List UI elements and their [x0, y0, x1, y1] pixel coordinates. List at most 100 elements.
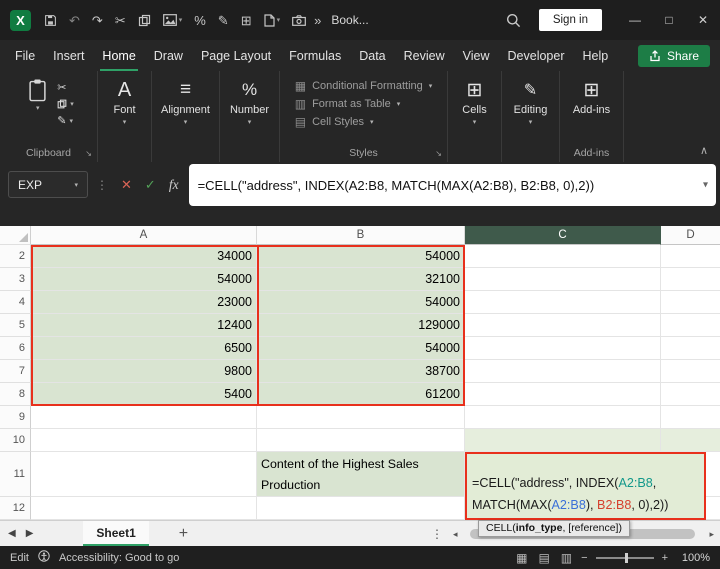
row-header-9[interactable]: 9 — [0, 406, 31, 429]
cell-A7[interactable]: 9800 — [31, 360, 257, 383]
editing-button[interactable]: ✎ Editing ▾ — [509, 76, 553, 128]
cell-C2[interactable] — [465, 245, 661, 268]
menu-tab-data[interactable]: Data — [350, 40, 394, 71]
tab-options-icon[interactable]: ⋮ — [431, 521, 443, 547]
row-header-12[interactable]: 12 — [0, 497, 31, 520]
cell-A6[interactable]: 6500 — [31, 337, 257, 360]
cell-C9[interactable] — [465, 406, 661, 429]
collapse-ribbon-icon[interactable]: ∧ — [700, 144, 708, 157]
cell-D5[interactable] — [661, 314, 720, 337]
cell-A5[interactable]: 12400 — [31, 314, 257, 337]
cell-A9[interactable] — [31, 406, 257, 429]
insert-function-icon[interactable]: fx — [169, 177, 179, 193]
toolbar-overflow-icon[interactable]: » — [314, 13, 321, 28]
cell-B2[interactable]: 54000 — [257, 245, 465, 268]
menu-tab-developer[interactable]: Developer — [499, 40, 574, 71]
cell-B3[interactable]: 32100 — [257, 268, 465, 291]
save-icon[interactable] — [44, 14, 57, 27]
column-header-d[interactable]: D — [661, 226, 720, 245]
row-header-4[interactable]: 4 — [0, 291, 31, 314]
menu-tab-insert[interactable]: Insert — [44, 40, 93, 71]
copy-button[interactable]: ▾ — [57, 99, 74, 109]
cell-D7[interactable] — [661, 360, 720, 383]
cell-A4[interactable]: 23000 — [31, 291, 257, 314]
alignment-button[interactable]: ≡ Alignment ▾ — [156, 76, 215, 128]
percent-style-icon[interactable]: % — [194, 14, 206, 27]
dialog-launcher-icon[interactable]: ↘ — [435, 149, 442, 158]
sheet-tab-sheet1[interactable]: Sheet1 — [83, 521, 148, 546]
excel-app-icon[interactable]: X — [10, 10, 31, 31]
add-sheet-button[interactable]: + — [171, 521, 196, 546]
cell-D3[interactable] — [661, 268, 720, 291]
select-all-corner[interactable] — [0, 226, 31, 245]
copy-icon[interactable] — [138, 14, 151, 27]
cell-A2[interactable]: 34000 — [31, 245, 257, 268]
cell-A3[interactable]: 54000 — [31, 268, 257, 291]
row-header-8[interactable]: 8 — [0, 383, 31, 406]
cell-B9[interactable] — [257, 406, 465, 429]
menu-tab-help[interactable]: Help — [574, 40, 618, 71]
new-document-icon[interactable]: ▾ — [264, 14, 281, 27]
cell-B6[interactable]: 54000 — [257, 337, 465, 360]
scroll-right-icon[interactable]: ▸ — [705, 529, 718, 540]
accessibility-status[interactable]: Accessibility: Good to go — [59, 552, 179, 564]
format-painter-button[interactable]: ✎▾ — [57, 114, 74, 127]
cell-B7[interactable]: 38700 — [257, 360, 465, 383]
row-header-3[interactable]: 3 — [0, 268, 31, 291]
cell-B11[interactable]: Content of the Highest Sales Production — [257, 452, 465, 497]
cell-B8[interactable]: 61200 — [257, 383, 465, 406]
menu-tab-file[interactable]: File — [6, 40, 44, 71]
column-header-c[interactable]: C — [465, 226, 661, 245]
cell-A10[interactable] — [31, 429, 257, 452]
row-header-11[interactable]: 11 — [0, 452, 31, 497]
enter-icon[interactable]: ✓ — [145, 177, 156, 193]
sign-in-button[interactable]: Sign in — [539, 9, 602, 31]
page-break-view-icon[interactable]: ▥ — [561, 551, 572, 565]
cell-C8[interactable] — [465, 383, 661, 406]
cells-button[interactable]: ⊞ Cells ▾ — [457, 76, 491, 128]
menu-tab-view[interactable]: View — [454, 40, 499, 71]
cell-C3[interactable] — [465, 268, 661, 291]
active-cell-editor[interactable]: =CELL("address", INDEX(A2:B8, MATCH(MAX(… — [465, 452, 706, 520]
menu-tab-page-layout[interactable]: Page Layout — [192, 40, 280, 71]
cell-D4[interactable] — [661, 291, 720, 314]
format-painter-icon[interactable]: ✎ — [218, 14, 229, 27]
menu-tab-formulas[interactable]: Formulas — [280, 40, 350, 71]
row-header-7[interactable]: 7 — [0, 360, 31, 383]
camera-icon[interactable] — [292, 15, 306, 26]
zoom-slider-thumb[interactable] — [625, 553, 628, 563]
row-header-6[interactable]: 6 — [0, 337, 31, 360]
conditional-formatting-button[interactable]: ▦ Conditional Formatting ▾ — [295, 79, 433, 93]
cell-B4[interactable]: 54000 — [257, 291, 465, 314]
cell-D9[interactable] — [661, 406, 720, 429]
menu-tab-draw[interactable]: Draw — [145, 40, 192, 71]
zoom-out-icon[interactable]: − — [581, 552, 587, 564]
dialog-launcher-icon[interactable]: ↘ — [85, 149, 92, 158]
cell-A8[interactable]: 5400 — [31, 383, 257, 406]
cell-C7[interactable] — [465, 360, 661, 383]
cell-B5[interactable]: 129000 — [257, 314, 465, 337]
addins-button[interactable]: ⊞ Add-ins — [568, 76, 615, 118]
minimize-button[interactable]: — — [618, 0, 652, 40]
cell-D8[interactable] — [661, 383, 720, 406]
search-icon[interactable] — [506, 13, 521, 28]
row-header-10[interactable]: 10 — [0, 429, 31, 452]
page-layout-view-icon[interactable]: ▤ — [538, 551, 549, 565]
column-header-a[interactable]: A — [31, 226, 257, 245]
share-button[interactable]: Share — [638, 45, 710, 67]
zoom-level[interactable]: 100% — [676, 552, 710, 564]
cell-A12[interactable] — [31, 497, 257, 520]
cell-styles-button[interactable]: ▤ Cell Styles ▾ — [295, 115, 433, 129]
cell-C6[interactable] — [465, 337, 661, 360]
cell-B12[interactable] — [257, 497, 465, 520]
row-header-2[interactable]: 2 — [0, 245, 31, 268]
cell-D6[interactable] — [661, 337, 720, 360]
close-button[interactable]: ✕ — [686, 0, 720, 40]
redo-icon[interactable]: ↷ — [92, 14, 103, 27]
undo-icon[interactable]: ↶ — [69, 14, 80, 27]
scroll-left-icon[interactable]: ◂ — [449, 529, 462, 540]
zoom-slider[interactable] — [596, 557, 654, 559]
picture-icon[interactable]: ▾ — [163, 14, 183, 26]
name-box[interactable]: EXP ▾ — [8, 171, 88, 198]
cancel-icon[interactable]: ✕ — [121, 177, 132, 193]
